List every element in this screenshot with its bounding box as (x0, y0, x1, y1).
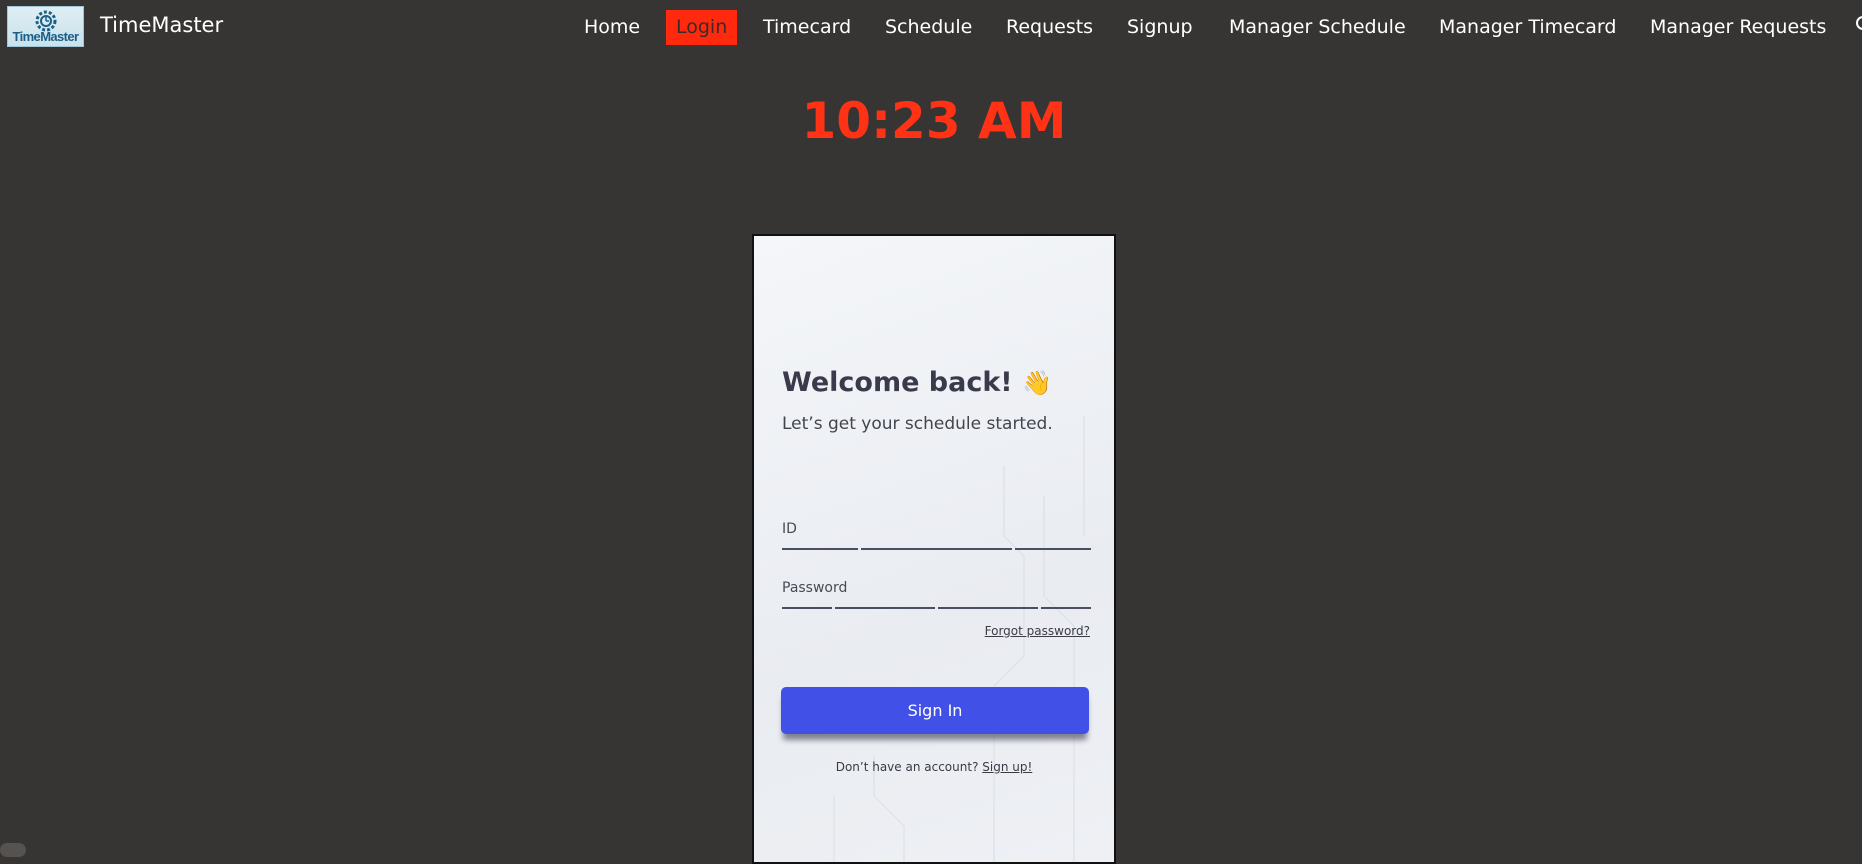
nav-manager-requests[interactable]: Manager Requests (1650, 10, 1826, 45)
sign-in-button[interactable]: Sign In (781, 687, 1089, 734)
id-field-underline-1 (782, 548, 858, 550)
nav-login[interactable]: Login (666, 10, 738, 45)
signup-prompt: Don’t have an account? Sign up! (754, 760, 1114, 774)
waving-hand-icon: 👋 (1022, 369, 1052, 397)
password-field-underline-1 (782, 607, 832, 609)
current-time: 10:23 AM (801, 92, 1067, 150)
search-icon[interactable] (1856, 16, 1862, 30)
nav-manager-timecard[interactable]: Manager Timecard (1439, 10, 1616, 45)
password-field-label: Password (782, 580, 848, 596)
nav-schedule[interactable]: Schedule (885, 10, 972, 45)
password-field-underline-4 (1041, 607, 1091, 609)
top-navbar: TimeMaster TimeMaster Home Login Timecar… (0, 0, 1862, 53)
no-account-text: Don’t have an account? (835, 760, 979, 774)
devtools-toggle-icon[interactable] (0, 843, 26, 857)
timemaster-logo[interactable]: TimeMaster (7, 6, 84, 47)
welcome-heading: Welcome back! 👋 (782, 367, 1052, 398)
nav-timecard[interactable]: Timecard (763, 10, 851, 45)
nav-manager-schedule[interactable]: Manager Schedule (1229, 10, 1406, 45)
sign-up-link[interactable]: Sign up! (982, 760, 1032, 774)
logo-wordmark: TimeMaster (12, 29, 79, 44)
welcome-subtitle: Let’s get your schedule started. (782, 414, 1053, 434)
id-field-label: ID (782, 521, 797, 537)
forgot-password-link[interactable]: Forgot password? (985, 624, 1090, 638)
password-field-underline-2 (835, 607, 935, 609)
id-field-underline-3 (1015, 548, 1091, 550)
login-card: Welcome back! 👋 Let’s get your schedule … (752, 234, 1116, 864)
password-field-underline-3 (938, 607, 1038, 609)
nav-requests[interactable]: Requests (1006, 10, 1093, 45)
brand-name[interactable]: TimeMaster (100, 13, 223, 37)
nav-signup[interactable]: Signup (1127, 10, 1193, 45)
welcome-title: Welcome back! (782, 367, 1013, 398)
nav-home[interactable]: Home (584, 10, 640, 45)
id-field-underline-2 (861, 548, 1012, 550)
